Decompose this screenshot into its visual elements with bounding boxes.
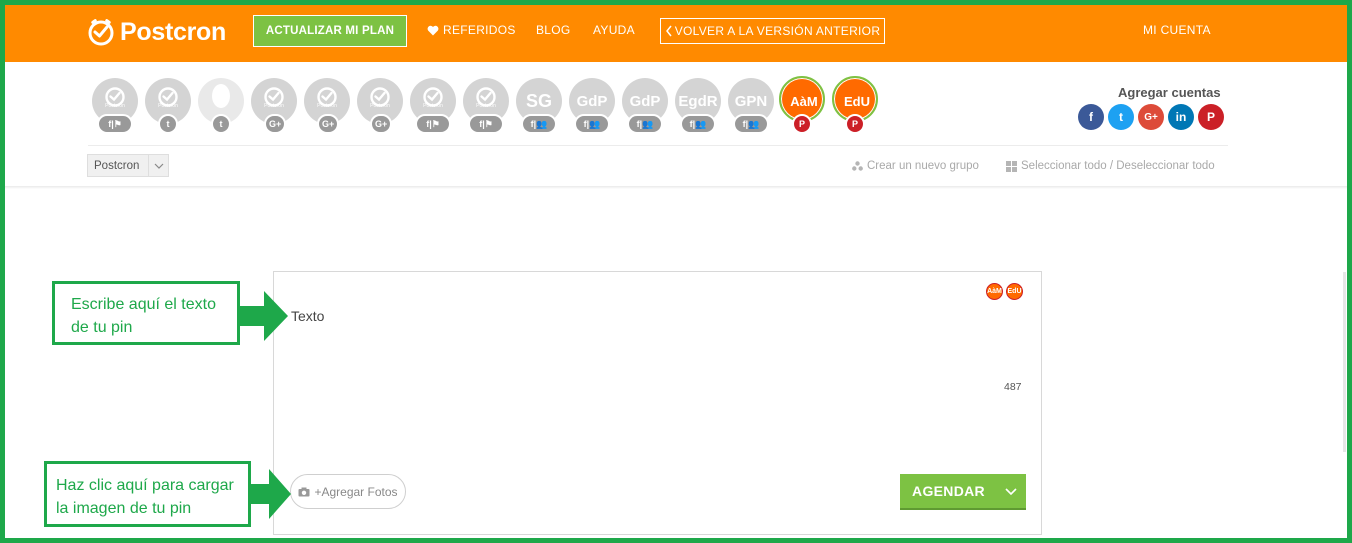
schedule-label: AGENDAR: [912, 483, 985, 499]
camera-icon: [298, 487, 310, 496]
chevron-down-icon: [148, 155, 168, 176]
nav-referrals[interactable]: REFERIDOS: [427, 23, 516, 37]
account-avatar[interactable]: Postcron t: [145, 78, 191, 134]
account-avatar[interactable]: Postcron G+: [304, 78, 350, 134]
network-badge-icon: f|⚑: [415, 114, 451, 134]
callout-line: Haz clic aquí para cargar: [56, 477, 234, 494]
account-avatar[interactable]: Postcron f|⚑: [92, 78, 138, 134]
selected-account-avatar: AàM: [986, 283, 1003, 300]
account-avatar[interactable]: GdP f|👥: [569, 78, 615, 134]
section-divider: [5, 186, 1347, 189]
chevron-left-icon: [665, 25, 672, 37]
twitter-icon[interactable]: t: [1108, 104, 1134, 130]
account-caption: Postcron: [370, 103, 390, 109]
pinterest-icon[interactable]: P: [1198, 104, 1224, 130]
account-avatar[interactable]: SG f|👥: [516, 78, 562, 134]
nav-blog[interactable]: BLOG: [536, 23, 571, 37]
account-avatar[interactable]: GPN f|👥: [728, 78, 774, 134]
network-badge-icon: f|👥: [627, 114, 663, 134]
account-caption: Postcron: [264, 103, 284, 109]
account-caption: Postcron: [476, 103, 496, 109]
linkedin-icon[interactable]: in: [1168, 104, 1194, 130]
network-badge-icon: f|👥: [733, 114, 769, 134]
network-badge-icon: G+: [317, 114, 340, 134]
post-composer: AàM EdU Texto 487 +Agregar Fotos AGENDAR: [273, 271, 1042, 535]
account-avatar[interactable]: Postcron f|⚑: [410, 78, 456, 134]
group-icon: [852, 161, 863, 171]
schedule-button[interactable]: AGENDAR: [900, 474, 1026, 508]
chevron-down-icon[interactable]: [997, 474, 1025, 508]
postcron-logo-icon: [88, 19, 114, 46]
add-photos-label: +Agregar Fotos: [314, 484, 398, 499]
nav-help[interactable]: AYUDA: [593, 23, 635, 37]
postcron-logo[interactable]: Postcron: [87, 16, 226, 48]
network-badge-icon: f|👥: [574, 114, 610, 134]
previous-version-button[interactable]: VOLVER A LA VERSIÓN ANTERIOR: [660, 18, 885, 44]
account-caption: Postcron: [317, 103, 337, 109]
network-badge-icon: f|⚑: [468, 114, 504, 134]
account-caption: Postcron: [423, 103, 443, 109]
logo-text: Postcron: [120, 17, 226, 46]
photo-hint-callout: Haz clic aquí para cargar la imagen de t…: [44, 461, 251, 527]
account-caption: Postcron: [105, 103, 125, 109]
account-avatar[interactable]: EgdR f|👥: [675, 78, 721, 134]
account-avatar[interactable]: Postcron G+: [251, 78, 297, 134]
callout-line: de tu pin: [71, 319, 133, 336]
google-plus-icon[interactable]: G+: [1138, 104, 1164, 130]
post-text-input[interactable]: Texto: [291, 308, 971, 324]
previous-version-label: VOLVER A LA VERSIÓN ANTERIOR: [674, 24, 881, 38]
arrow-right-icon: [251, 469, 291, 519]
account-avatar[interactable]: Postcron G+: [357, 78, 403, 134]
network-badge-icon: G+: [370, 114, 393, 134]
divider: [88, 145, 1228, 146]
account-avatar[interactable]: Postcron f|⚑: [463, 78, 509, 134]
account-avatar[interactable]: t: [198, 78, 244, 134]
create-group-label: Crear un nuevo grupo: [867, 160, 979, 172]
top-nav-bar: Postcron ACTUALIZAR MI PLAN REFERIDOS BL…: [5, 5, 1347, 62]
network-badge-icon: P: [792, 114, 812, 134]
callout-line: Escribe aquí el texto: [71, 296, 216, 313]
text-hint-callout: Escribe aquí el texto de tu pin: [52, 281, 240, 345]
nav-my-account[interactable]: MI CUENTA: [1143, 23, 1211, 37]
selected-account-avatar: EdU: [1006, 283, 1023, 300]
upgrade-plan-button[interactable]: ACTUALIZAR MI PLAN: [253, 15, 407, 47]
group-select-value: Postcron: [94, 159, 140, 172]
network-badge-icon: f|👥: [521, 114, 557, 134]
account-avatar[interactable]: EdU P: [832, 76, 878, 134]
network-badge-icon: t: [158, 114, 178, 134]
character-counter: 487: [1004, 381, 1022, 393]
select-all-label: Seleccionar todo / Deseleccionar todo: [1021, 160, 1215, 172]
account-caption: Postcron: [158, 103, 178, 109]
facebook-icon[interactable]: f: [1078, 104, 1104, 130]
account-avatar[interactable]: AàM P: [779, 76, 825, 134]
heart-icon: [427, 25, 439, 35]
default-avatar-icon: [212, 84, 230, 108]
callout-line: la imagen de tu pin: [56, 500, 192, 517]
add-accounts-title: Agregar cuentas: [1118, 85, 1221, 100]
group-select[interactable]: Postcron: [87, 154, 169, 177]
network-badge-icon: G+: [264, 114, 287, 134]
select-all-link[interactable]: Seleccionar todo / Deseleccionar todo: [1006, 160, 1215, 172]
nav-referrals-label: REFERIDOS: [443, 23, 516, 37]
account-avatar[interactable]: GdP f|👥: [622, 78, 668, 134]
network-badge-icon: P: [845, 114, 865, 134]
scrollbar[interactable]: [1343, 272, 1346, 452]
network-badge-icon: f|⚑: [97, 114, 133, 134]
network-badge-icon: f|👥: [680, 114, 716, 134]
create-group-link[interactable]: Crear un nuevo grupo: [852, 160, 979, 172]
grid-icon: [1006, 160, 1017, 172]
network-badge-icon: t: [211, 114, 231, 134]
add-photos-button[interactable]: +Agregar Fotos: [290, 474, 406, 509]
arrow-right-icon: [240, 291, 288, 341]
